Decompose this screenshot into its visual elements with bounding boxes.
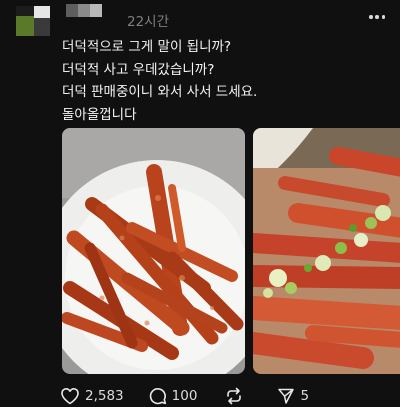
like-count: 2,583	[85, 388, 124, 404]
post-image-2[interactable]	[253, 128, 400, 374]
post-line: 더덕 판매중이니 와서 사서 드세요.	[62, 84, 258, 101]
post-timestamp: 22시간	[127, 14, 170, 30]
share-icon	[278, 388, 295, 404]
reply-button[interactable]: 100	[149, 387, 198, 405]
post-image-1[interactable]	[62, 128, 245, 374]
avatar[interactable]	[16, 6, 52, 36]
post-body: 더덕적으로 그게 말이 됩니까? 더덕적 사고 우데갔습니까? 더덕 판매중이니…	[62, 36, 392, 126]
share-button[interactable]: 5	[277, 387, 309, 405]
post-line: 돌아올껍니다	[62, 106, 137, 123]
reply-icon	[149, 388, 166, 405]
post-line: 더덕적 사고 우데갔습니까?	[62, 61, 215, 78]
more-icon[interactable]	[369, 14, 385, 20]
reply-count: 100	[171, 388, 198, 404]
post-actions: 2,583 100 5	[60, 386, 309, 406]
heart-icon	[61, 388, 79, 405]
share-count: 5	[300, 388, 310, 404]
like-button[interactable]: 2,583	[60, 387, 124, 405]
username[interactable]	[66, 4, 104, 17]
repost-icon	[227, 387, 242, 405]
post-line: 더덕적으로 그게 말이 됩니까?	[62, 39, 232, 55]
repost-button[interactable]	[224, 387, 249, 405]
